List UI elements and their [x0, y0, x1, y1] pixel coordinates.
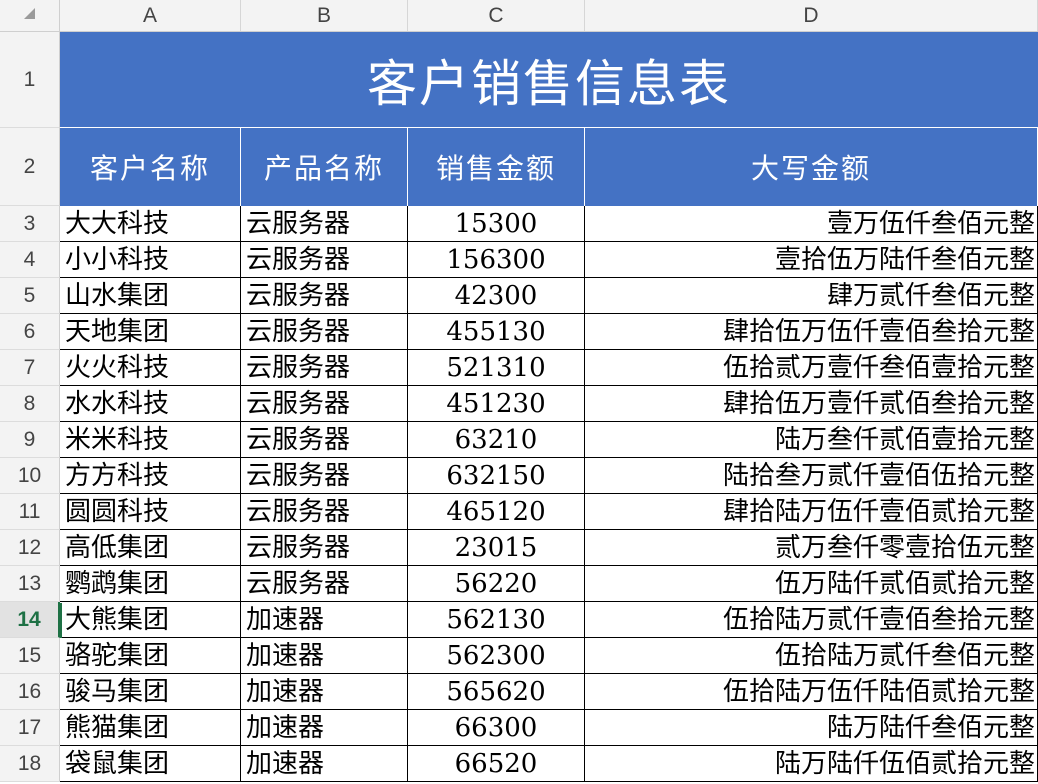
column-header-d[interactable]: D [585, 0, 1038, 31]
cell-a4[interactable]: 小小科技 [60, 242, 241, 278]
cell-b11[interactable]: 云服务器 [241, 494, 408, 530]
cell-a15[interactable]: 骆驼集团 [60, 638, 241, 674]
cell-a13[interactable]: 鹦鹉集团 [60, 566, 241, 602]
row-header-2[interactable]: 2 [0, 128, 60, 206]
cell-c9[interactable]: 63210 [408, 422, 585, 458]
column-header-bar: ABCD [0, 0, 1038, 32]
row-header-11[interactable]: 11 [0, 494, 60, 530]
active-cell-marker [60, 603, 62, 638]
cell-b14[interactable]: 加速器 [241, 602, 408, 638]
cell-a18[interactable]: 袋鼠集团 [60, 746, 241, 782]
cell-d3[interactable]: 壹万伍仟叁佰元整 [585, 206, 1038, 242]
row-header-18[interactable]: 18 [0, 746, 60, 782]
cell-b4[interactable]: 云服务器 [241, 242, 408, 278]
cell-d4[interactable]: 壹拾伍万陆仟叁佰元整 [585, 242, 1038, 278]
cell-b15[interactable]: 加速器 [241, 638, 408, 674]
cell-c13[interactable]: 56220 [408, 566, 585, 602]
cell-c8[interactable]: 451230 [408, 386, 585, 422]
cell-d18[interactable]: 陆万陆仟伍佰贰拾元整 [585, 746, 1038, 782]
cell-a3[interactable]: 大大科技 [60, 206, 241, 242]
select-all-triangle-icon [24, 8, 35, 19]
row-header-8[interactable]: 8 [0, 386, 60, 422]
cell-a7[interactable]: 火火科技 [60, 350, 241, 386]
cell-d8[interactable]: 肆拾伍万壹仟贰佰叁拾元整 [585, 386, 1038, 422]
cell-b17[interactable]: 加速器 [241, 710, 408, 746]
cell-a12[interactable]: 高低集团 [60, 530, 241, 566]
cell-d12[interactable]: 贰万叁仟零壹拾伍元整 [585, 530, 1038, 566]
cell-d13[interactable]: 伍万陆仟贰佰贰拾元整 [585, 566, 1038, 602]
cell-b10[interactable]: 云服务器 [241, 458, 408, 494]
row-header-17[interactable]: 17 [0, 710, 60, 746]
cell-d11[interactable]: 肆拾陆万伍仟壹佰贰拾元整 [585, 494, 1038, 530]
cell-c12[interactable]: 23015 [408, 530, 585, 566]
cell-b13[interactable]: 云服务器 [241, 566, 408, 602]
cell-c17[interactable]: 66300 [408, 710, 585, 746]
spreadsheet: ABCD 1 2 3 4 5 6 7 8 9 10 11 12 13 14 15 16 17 18 客户销售信息表… [0, 0, 1038, 784]
header-cell-a[interactable]: 客户名称 [60, 128, 241, 206]
row-header-1[interactable]: 1 [0, 32, 60, 128]
cell-c18[interactable]: 66520 [408, 746, 585, 782]
cell-b18[interactable]: 加速器 [241, 746, 408, 782]
sheet-title-cell[interactable]: 客户销售信息表 [60, 32, 1038, 128]
cell-d6[interactable]: 肆拾伍万伍仟壹佰叁拾元整 [585, 314, 1038, 350]
cell-b9[interactable]: 云服务器 [241, 422, 408, 458]
cell-b8[interactable]: 云服务器 [241, 386, 408, 422]
cell-c15[interactable]: 562300 [408, 638, 585, 674]
cell-d5[interactable]: 肆万贰仟叁佰元整 [585, 278, 1038, 314]
cell-d17[interactable]: 陆万陆仟叁佰元整 [585, 710, 1038, 746]
cell-c14[interactable]: 562130 [408, 602, 585, 638]
cell-b6[interactable]: 云服务器 [241, 314, 408, 350]
cell-b16[interactable]: 加速器 [241, 674, 408, 710]
cell-d10[interactable]: 陆拾叁万贰仟壹佰伍拾元整 [585, 458, 1038, 494]
cell-b5[interactable]: 云服务器 [241, 278, 408, 314]
column-header-b[interactable]: B [241, 0, 408, 31]
cell-a6[interactable]: 天地集团 [60, 314, 241, 350]
cell-d9[interactable]: 陆万叁仟贰佰壹拾元整 [585, 422, 1038, 458]
cell-a16[interactable]: 骏马集团 [60, 674, 241, 710]
row-header-10[interactable]: 10 [0, 458, 60, 494]
cell-a10[interactable]: 方方科技 [60, 458, 241, 494]
cell-c3[interactable]: 15300 [408, 206, 585, 242]
cell-d16[interactable]: 伍拾陆万伍仟陆佰贰拾元整 [585, 674, 1038, 710]
cell-a14[interactable]: 大熊集团 [60, 602, 241, 638]
cell-a11[interactable]: 圆圆科技 [60, 494, 241, 530]
row-header-13[interactable]: 13 [0, 566, 60, 602]
row-header-7[interactable]: 7 [0, 350, 60, 386]
row-header-16[interactable]: 16 [0, 674, 60, 710]
cell-c6[interactable]: 455130 [408, 314, 585, 350]
cell-d7[interactable]: 伍拾贰万壹仟叁佰壹拾元整 [585, 350, 1038, 386]
row-header-6[interactable]: 6 [0, 314, 60, 350]
cell-a8[interactable]: 水水科技 [60, 386, 241, 422]
row-header-12[interactable]: 12 [0, 530, 60, 566]
cell-d15[interactable]: 伍拾陆万贰仟叁佰元整 [585, 638, 1038, 674]
cell-a5[interactable]: 山水集团 [60, 278, 241, 314]
cell-c11[interactable]: 465120 [408, 494, 585, 530]
cell-a9[interactable]: 米米科技 [60, 422, 241, 458]
cell-c16[interactable]: 565620 [408, 674, 585, 710]
cell-b7[interactable]: 云服务器 [241, 350, 408, 386]
header-cell-b[interactable]: 产品名称 [241, 128, 408, 206]
row-header-14[interactable]: 14 [0, 602, 60, 638]
cell-c4[interactable]: 156300 [408, 242, 585, 278]
row-header-3[interactable]: 3 [0, 206, 60, 242]
header-cell-d[interactable]: 大写金额 [585, 128, 1038, 206]
row-header-15[interactable]: 15 [0, 638, 60, 674]
cell-c5[interactable]: 42300 [408, 278, 585, 314]
header-cell-c[interactable]: 销售金额 [408, 128, 585, 206]
row-header-9[interactable]: 9 [0, 422, 60, 458]
cell-d14[interactable]: 伍拾陆万贰仟壹佰叁拾元整 [585, 602, 1038, 638]
cell-a17[interactable]: 熊猫集团 [60, 710, 241, 746]
row-header-5[interactable]: 5 [0, 278, 60, 314]
cell-b3[interactable]: 云服务器 [241, 206, 408, 242]
cell-c7[interactable]: 521310 [408, 350, 585, 386]
column-header-a[interactable]: A [60, 0, 241, 31]
column-header-c[interactable]: C [408, 0, 585, 31]
cell-b12[interactable]: 云服务器 [241, 530, 408, 566]
row-header-4[interactable]: 4 [0, 242, 60, 278]
select-all-corner[interactable] [0, 0, 60, 31]
cell-c10[interactable]: 632150 [408, 458, 585, 494]
